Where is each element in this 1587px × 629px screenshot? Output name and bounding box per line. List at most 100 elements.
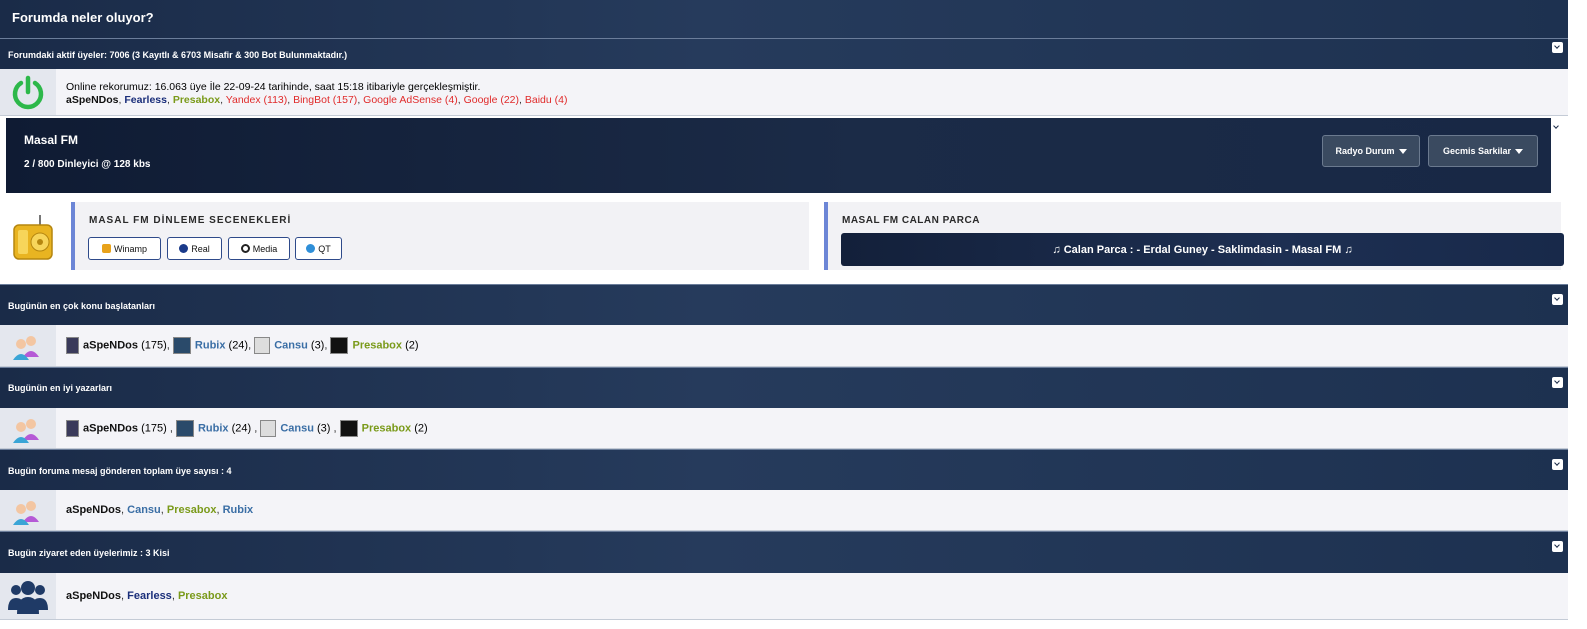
radio-status-button[interactable]: Radyo Durum [1322,135,1420,167]
avatar [175,420,194,437]
users-group-icon [13,501,39,525]
users-group-icon [13,419,39,443]
real-icon [179,244,189,253]
bot-entry: Google (22) [463,94,520,106]
user-link[interactable]: Presabox [167,504,217,516]
bot-entry: Google AdSense (4) [363,94,458,106]
history-songs-button[interactable]: Gecmis Sarkilar [1428,135,1538,167]
posted-today-list: aSpeNDos, Cansu, Presabox, Rubix [66,504,254,516]
radio-bar: Masal FM 2 / 800 Dinleyici @ 128 kbs Rad… [6,118,1551,193]
now-playing-title: MASAL FM CALAN PARCA [842,215,980,226]
posted-today-heading: Bugün foruma mesaj gönderen toplam üye s… [8,466,232,476]
now-playing-track: ♫ Calan Parca : - Erdal Guney - Saklimda… [841,233,1564,266]
user-link[interactable]: Cansu [274,339,308,351]
avatar [339,420,358,437]
user-link[interactable]: Cansu [127,504,161,516]
bot-entry: BingBot (157) [293,94,358,106]
qt-label: QT [318,243,331,254]
user-count: (2) [405,339,419,352]
user-link[interactable]: Cansu [280,422,314,434]
avatar [260,420,277,437]
users-icon [8,581,48,614]
visited-today-row: aSpeNDos, Fearless, Presabox [0,573,1568,620]
user-link[interactable]: aSpeNDos [83,422,138,434]
user-link[interactable]: Presabox [178,590,228,602]
posted-today-header: Bugün foruma mesaj gönderen toplam üye s… [0,449,1568,490]
visited-today-heading: Bugün ziyaret eden üyelerimiz : 3 Kisi [8,548,170,558]
users-group-icon [13,336,39,360]
online-icon-cell [0,69,56,115]
visitors-icon-cell [0,573,56,619]
avatar [330,337,349,354]
user-count: (24) [231,422,252,435]
radio-status-label: Radyo Durum [1335,146,1395,156]
media-button[interactable]: Media [228,237,290,260]
radio-listeners: 2 / 800 Dinleyici @ 128 kbs [24,159,151,170]
user-link[interactable]: Fearless [127,590,172,602]
quicktime-icon [306,244,316,253]
users-icon-cell [0,490,56,530]
caret-down-icon [1398,148,1407,154]
real-button[interactable]: Real [167,237,222,260]
collapse-posted-today-icon[interactable] [1552,459,1563,470]
avatar [66,420,79,437]
active-users-header: Forumdaki aktif üyeler: 7006 (3 Kayıtlı … [0,38,1568,69]
user-link[interactable]: Rubix [223,504,254,516]
user-count: (2) [414,422,428,435]
collapse-active-users-icon[interactable] [1552,42,1563,53]
user-count: (24) [228,339,249,352]
user-count: (175) [141,422,167,435]
avatar [172,337,191,354]
radio-options-section: MASAL FM DİNLEME SECENEKLERİ Winamp Real… [0,197,1568,284]
user-link[interactable]: aSpeNDos [83,339,138,351]
qt-button[interactable]: QT [295,237,342,260]
member-link[interactable]: Presabox [173,94,220,106]
users-icon-cell [0,408,56,448]
now-playing-panel: MASAL FM CALAN PARCA ♫ Calan Parca : - E… [824,202,1564,270]
posted-today-row: aSpeNDos, Cansu, Presabox, Rubix [0,490,1568,531]
media-label: Media [252,243,278,254]
media-play-icon [240,244,250,253]
collapse-visited-today-icon[interactable] [1552,541,1563,552]
whats-happening-header: Forumda neler oluyor? [0,0,1568,38]
top-posters-header: Bugünün en iyi yazarları [0,367,1568,408]
user-link[interactable]: Rubix [198,422,229,434]
top-posters-heading: Bugünün en iyi yazarları [8,383,113,393]
user-link[interactable]: Presabox [352,339,402,351]
collapse-top-posters-icon[interactable] [1552,377,1563,388]
radio-name: Masal FM [24,133,79,147]
user-link[interactable]: Presabox [362,422,412,434]
top-posters-row: aSpeNDos (175) , Rubix (24) , Cansu (3) … [0,408,1568,449]
real-label: Real [191,243,210,254]
radio-icon [13,215,53,260]
active-users-list: aSpeNDos, Fearless, Presabox, Yandex (11… [66,94,568,106]
page-title: Forumda neler oluyor? [12,10,154,25]
user-count: (3) [317,422,331,435]
top-starters-heading: Bugünün en çok konu başlatanları [8,301,156,311]
visited-today-header: Bugün ziyaret eden üyelerimiz : 3 Kisi [0,531,1568,573]
member-link[interactable]: Fearless [124,94,167,106]
history-songs-label: Gecmis Sarkilar [1442,146,1512,156]
top-starters-row: aSpeNDos (175), Rubix (24), Cansu (3), P… [0,325,1568,367]
top-posters-list: aSpeNDos (175) , Rubix (24) , Cansu (3) … [66,420,428,437]
active-users-row: Online rekorumuz: 16.063 üye İle 22-09-2… [0,69,1568,116]
winamp-button[interactable]: Winamp [88,237,161,260]
member-link[interactable]: aSpeNDos [66,94,119,106]
user-link[interactable]: aSpeNDos [66,590,121,602]
user-link[interactable]: aSpeNDos [66,504,121,516]
online-record-text: Online rekorumuz: 16.063 üye İle 22-09-2… [66,81,481,93]
bot-entry: Baidu (4) [524,94,568,106]
avatar [66,337,79,354]
winamp-icon [101,244,111,253]
collapse-top-starters-icon[interactable] [1552,294,1563,305]
top-starters-list: aSpeNDos (175), Rubix (24), Cansu (3), P… [66,337,419,354]
power-icon [12,75,44,110]
collapse-radio-icon[interactable] [1551,122,1562,133]
user-count: (3) [310,339,325,352]
user-link[interactable]: Rubix [195,339,226,351]
listen-options-title: MASAL FM DİNLEME SECENEKLERİ [89,215,292,226]
visited-today-list: aSpeNDos, Fearless, Presabox [66,590,228,602]
avatar [254,337,271,354]
bot-entry: Yandex (113) [225,94,288,106]
users-icon-cell [0,325,56,366]
